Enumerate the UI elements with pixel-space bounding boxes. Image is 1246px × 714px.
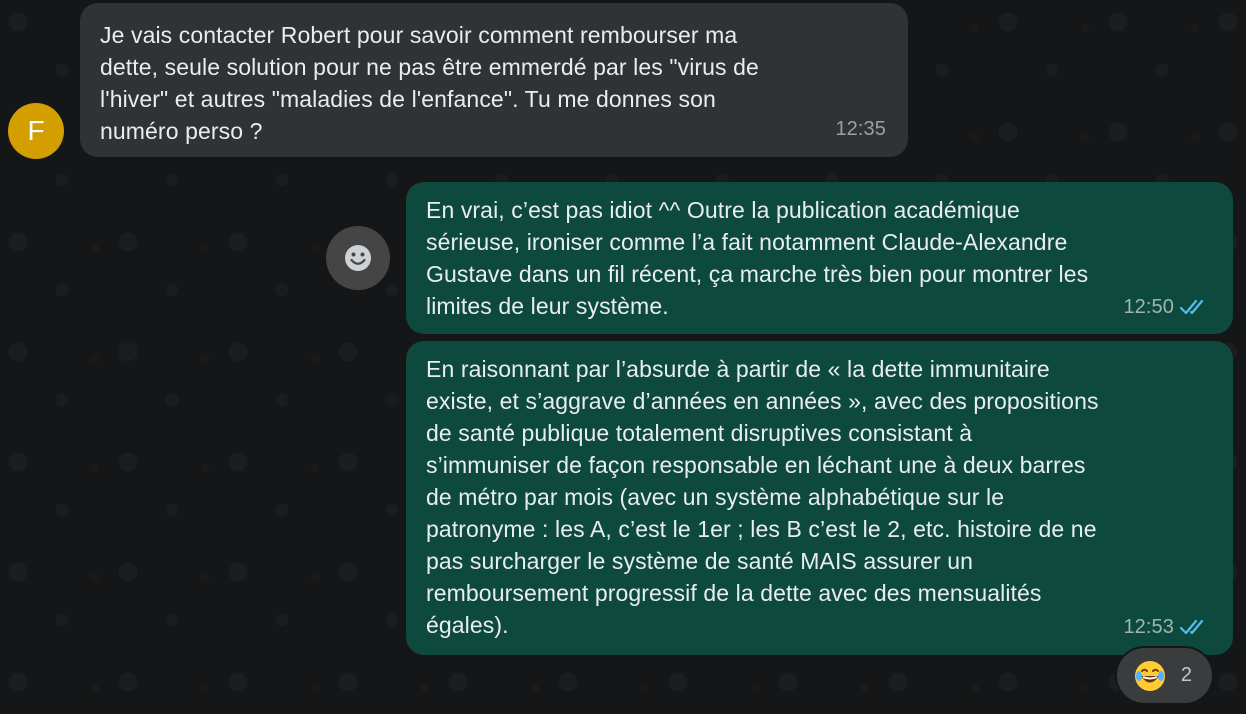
outgoing-message[interactable]: En raisonnant par l’absurde à partir de … [406, 341, 1233, 655]
message-text: Je vais contacter Robert pour savoir com… [100, 22, 759, 144]
reaction-picker-button[interactable] [326, 226, 390, 290]
smiley-icon [345, 245, 371, 271]
message-meta: 12:35 [835, 113, 886, 145]
double-check-icon [1180, 619, 1204, 635]
message-text: En raisonnant par l’absurde à partir de … [426, 356, 1099, 638]
double-check-icon [1180, 299, 1204, 315]
message-time: 12:53 [1123, 616, 1174, 638]
message-time: 12:50 [1123, 296, 1174, 318]
message-text: En vrai, c’est pas idiot ^^ Outre la pub… [426, 197, 1089, 319]
outgoing-message[interactable]: En vrai, c’est pas idiot ^^ Outre la pub… [406, 182, 1233, 334]
message-meta: 12:50 [1123, 291, 1211, 323]
incoming-message[interactable]: Je vais contacter Robert pour savoir com… [80, 3, 908, 157]
message-meta: 12:53 [1123, 611, 1211, 643]
message-time: 12:35 [835, 118, 886, 140]
contact-avatar[interactable]: F [8, 103, 64, 159]
reaction-count: 2 [1180, 664, 1192, 686]
laughing-emoji-icon [1135, 660, 1165, 691]
reaction-badge[interactable]: 2 [1117, 648, 1212, 703]
avatar-initial: F [27, 115, 45, 146]
